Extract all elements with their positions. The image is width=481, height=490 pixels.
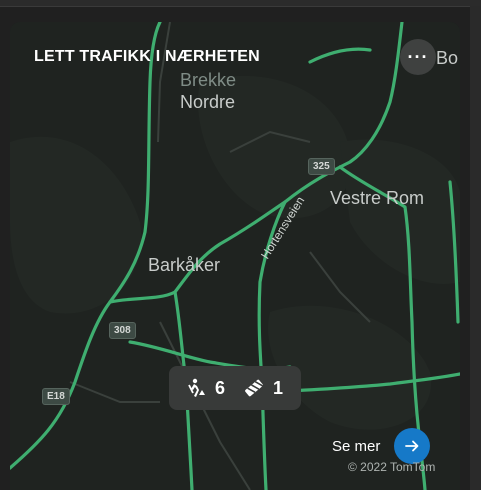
card-title: LETT TRAFIKK I NÆRHETEN — [34, 48, 260, 65]
traffic-incidents-summary[interactable]: 6 1 — [169, 366, 301, 410]
place-label-barkaker: Barkåker — [148, 255, 221, 275]
closure-count: 1 — [273, 377, 284, 398]
closure-icon — [243, 377, 265, 399]
roadwork-count: 6 — [215, 377, 226, 398]
road-shield-308: 308 — [109, 322, 136, 339]
traffic-card[interactable]: LETT TRAFIKK I NÆRHETEN ··· Brekke Nordr… — [10, 22, 460, 490]
road-shield-e18: E18 — [42, 388, 70, 405]
place-label-brekke: Brekke — [180, 70, 237, 90]
arrow-right-icon[interactable] — [394, 428, 431, 464]
road-shield-325: 325 — [308, 158, 335, 175]
roadwork-icon — [185, 377, 207, 399]
roadwork-count-item[interactable]: 6 — [185, 377, 225, 399]
see-more-link[interactable]: Se mer — [332, 428, 431, 464]
adjacent-card-edge — [470, 6, 481, 490]
place-label-bo: Bo — [436, 48, 459, 68]
map-copyright: © 2022 TomTom — [348, 460, 436, 474]
see-more-label: Se mer — [332, 437, 381, 455]
place-label-vestre-rom: Vestre Rom — [330, 188, 425, 208]
place-label-nordre: Nordre — [180, 92, 236, 112]
more-options-icon: ··· — [407, 46, 429, 67]
top-window-edge — [0, 0, 481, 7]
more-options-button[interactable]: ··· — [400, 39, 436, 75]
closure-count-item[interactable]: 1 — [243, 377, 283, 399]
